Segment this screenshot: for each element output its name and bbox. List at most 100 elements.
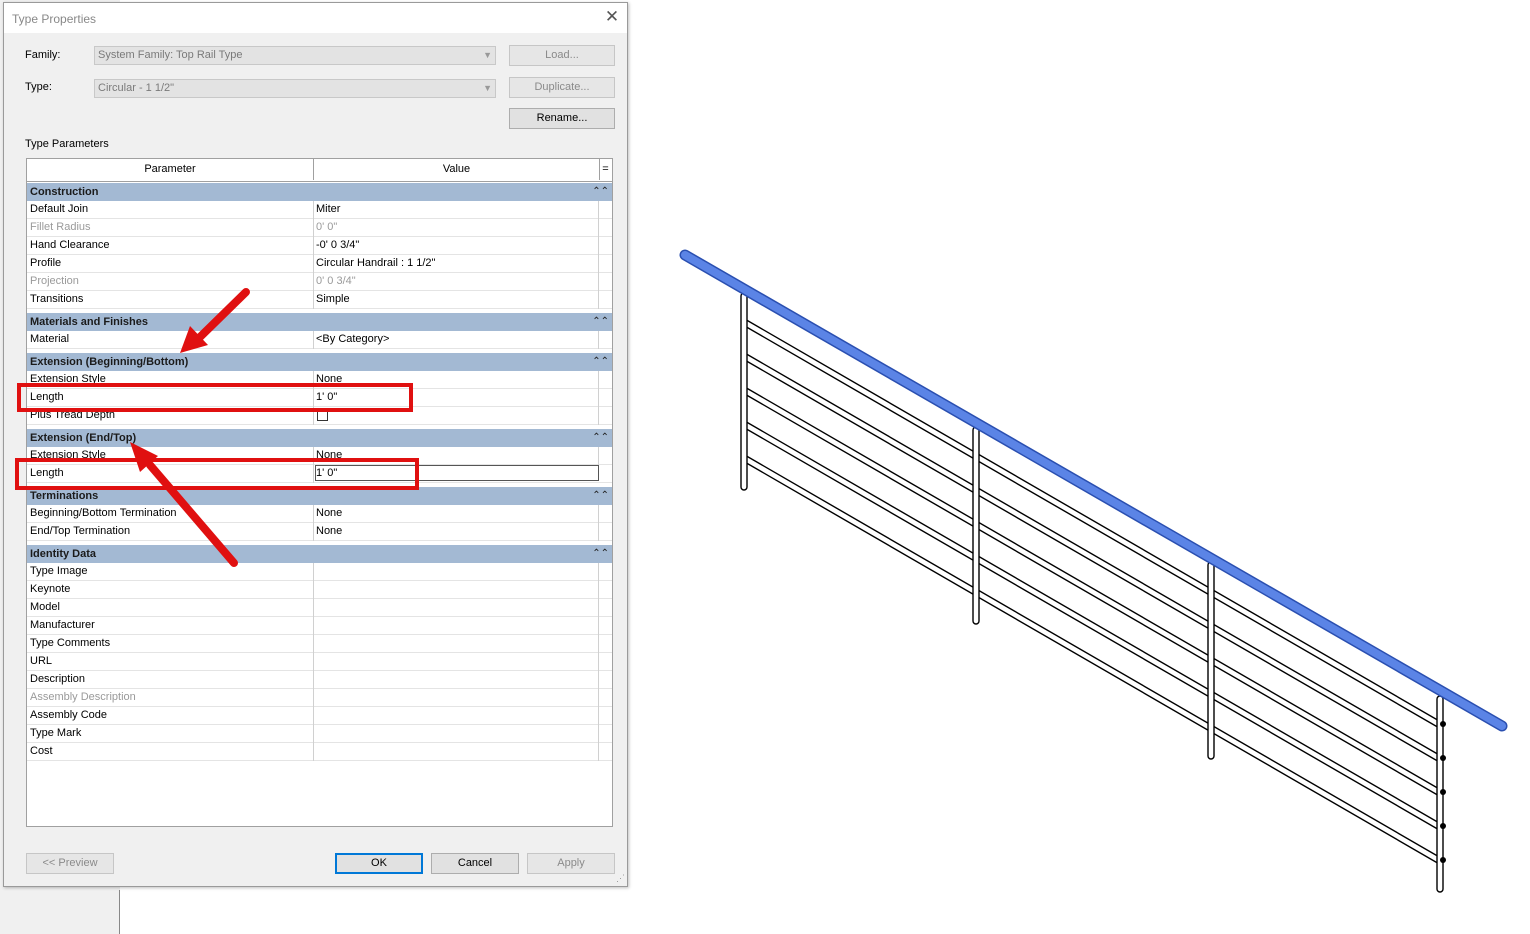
- close-icon[interactable]: ✕: [603, 8, 621, 26]
- column-divider: [313, 563, 314, 581]
- param-row-url[interactable]: URL: [27, 653, 612, 671]
- column-divider: [313, 617, 314, 635]
- column-divider: [313, 523, 314, 541]
- param-name: Keynote: [30, 583, 71, 595]
- param-row-assembly-description[interactable]: Assembly Description: [27, 689, 612, 707]
- collapse-icon[interactable]: ⌃⌃: [592, 429, 609, 447]
- column-divider: [598, 523, 599, 541]
- group-extension-beginning[interactable]: Extension (Beginning/Bottom) ⌃⌃: [27, 353, 612, 371]
- type-parameters-label: Type Parameters: [25, 138, 109, 150]
- param-value: 0' 0 3/4": [316, 275, 356, 287]
- title-bar: Type Properties ✕: [4, 3, 627, 33]
- param-row-model[interactable]: Model: [27, 599, 612, 617]
- top-rail: [679, 249, 1508, 732]
- column-divider: [598, 707, 599, 725]
- collapse-icon[interactable]: ⌃⌃: [592, 545, 609, 563]
- annotation-box-length-begin: [17, 383, 413, 412]
- group-name: Identity Data: [30, 548, 97, 560]
- group-materials-and-finishes[interactable]: Materials and Finishes ⌃⌃: [27, 313, 612, 331]
- param-row-hand-clearance[interactable]: Hand Clearance -0' 0 3/4": [27, 237, 612, 255]
- column-menu-icon[interactable]: =: [599, 159, 612, 180]
- annotation-box-length-end: [15, 458, 419, 490]
- param-row-default-join[interactable]: Default Join Miter: [27, 201, 612, 219]
- collapse-icon[interactable]: ⌃⌃: [592, 353, 609, 371]
- column-divider: [313, 671, 314, 689]
- cancel-button[interactable]: Cancel: [431, 853, 519, 874]
- group-extension-end[interactable]: Extension (End/Top) ⌃⌃: [27, 429, 612, 447]
- param-row-cost[interactable]: Cost: [27, 743, 612, 761]
- param-name: Default Join: [30, 203, 89, 215]
- column-divider: [313, 743, 314, 761]
- type-parameters-grid: Parameter Value = Construction ⌃⌃ Defaul…: [26, 158, 613, 827]
- column-divider: [598, 273, 599, 291]
- background-divider: [119, 890, 120, 934]
- param-value: -0' 0 3/4": [316, 239, 360, 251]
- param-value: <By Category>: [316, 333, 390, 345]
- param-row-keynote[interactable]: Keynote: [27, 581, 612, 599]
- chevron-down-icon: ▼: [483, 83, 492, 93]
- param-row-description[interactable]: Description: [27, 671, 612, 689]
- param-row-assembly-code[interactable]: Assembly Code: [27, 707, 612, 725]
- param-name: URL: [30, 655, 53, 667]
- param-row-material[interactable]: Material <By Category>: [27, 331, 612, 349]
- column-divider: [598, 371, 599, 389]
- param-row-type-image[interactable]: Type Image: [27, 563, 612, 581]
- param-value: None: [316, 525, 343, 537]
- column-divider: [313, 331, 314, 349]
- rename-button[interactable]: Rename...: [509, 108, 615, 129]
- column-divider: [598, 599, 599, 617]
- column-divider: [598, 219, 599, 237]
- column-header-value[interactable]: Value: [314, 159, 600, 180]
- param-row-projection[interactable]: Projection 0' 0 3/4": [27, 273, 612, 291]
- param-row-end-termination[interactable]: End/Top Termination None: [27, 523, 612, 541]
- param-row-transitions[interactable]: Transitions Simple: [27, 291, 612, 309]
- param-name: Profile: [30, 257, 62, 269]
- param-value: Miter: [316, 203, 341, 215]
- column-header-parameter[interactable]: Parameter: [27, 159, 314, 180]
- group-construction[interactable]: Construction ⌃⌃: [27, 183, 612, 201]
- chevron-down-icon: ▼: [483, 50, 492, 60]
- type-label: Type:: [25, 81, 52, 93]
- load-button[interactable]: Load...: [509, 45, 615, 66]
- group-name: Construction: [30, 186, 99, 198]
- param-row-profile[interactable]: Profile Circular Handrail : 1 1/2": [27, 255, 612, 273]
- resize-grip-icon[interactable]: ⋰: [616, 873, 625, 884]
- param-row-fillet-radius[interactable]: Fillet Radius 0' 0": [27, 219, 612, 237]
- column-divider: [313, 201, 314, 219]
- column-divider: [313, 707, 314, 725]
- column-divider: [313, 653, 314, 671]
- collapse-icon[interactable]: ⌃⌃: [592, 183, 609, 201]
- param-row-manufacturer[interactable]: Manufacturer: [27, 617, 612, 635]
- param-name: Model: [30, 601, 60, 613]
- group-name: Materials and Finishes: [30, 316, 148, 328]
- type-dropdown[interactable]: Circular - 1 1/2" ▼: [94, 79, 496, 98]
- column-divider: [313, 725, 314, 743]
- column-divider: [598, 505, 599, 523]
- param-row-type-comments[interactable]: Type Comments: [27, 635, 612, 653]
- collapse-icon[interactable]: ⌃⌃: [592, 313, 609, 331]
- param-name: Description: [30, 673, 86, 685]
- column-divider: [598, 689, 599, 707]
- param-row-beginning-termination[interactable]: Beginning/Bottom Termination None: [27, 505, 612, 523]
- family-label: Family:: [25, 49, 61, 61]
- param-value: Simple: [316, 293, 350, 305]
- family-dropdown[interactable]: System Family: Top Rail Type ▼: [94, 46, 496, 65]
- column-divider: [598, 389, 599, 407]
- param-name: Cost: [30, 745, 53, 757]
- group-name: Extension (Beginning/Bottom): [30, 356, 189, 368]
- apply-button[interactable]: Apply: [527, 853, 615, 874]
- collapse-icon[interactable]: ⌃⌃: [592, 487, 609, 505]
- param-value: None: [316, 507, 343, 519]
- grid-header: Parameter Value =: [27, 159, 612, 182]
- column-divider: [598, 581, 599, 599]
- family-value: System Family: Top Rail Type: [98, 49, 243, 61]
- duplicate-button[interactable]: Duplicate...: [509, 77, 615, 98]
- ok-button[interactable]: OK: [335, 853, 423, 874]
- param-name: Assembly Code: [30, 709, 108, 721]
- param-row-type-mark[interactable]: Type Mark: [27, 725, 612, 743]
- param-value: 0' 0": [316, 221, 338, 233]
- column-divider: [598, 201, 599, 219]
- group-identity-data[interactable]: Identity Data ⌃⌃: [27, 545, 612, 563]
- preview-button[interactable]: << Preview: [26, 853, 114, 874]
- column-divider: [313, 273, 314, 291]
